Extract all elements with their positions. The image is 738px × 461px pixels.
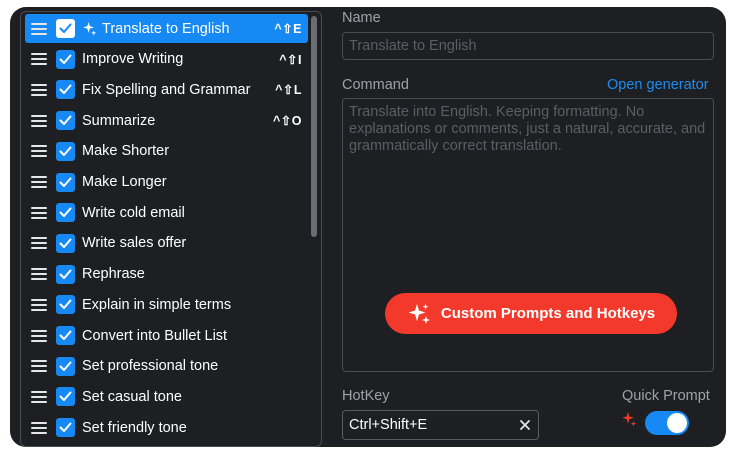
prompt-list-item[interactable]: Set friendly tone bbox=[25, 413, 308, 442]
hotkey-value: Ctrl+Shift+E bbox=[349, 417, 428, 433]
drag-handle-icon[interactable] bbox=[31, 360, 47, 373]
name-label: Name bbox=[342, 10, 381, 26]
prompt-label: Make Shorter bbox=[82, 143, 170, 160]
open-generator-link[interactable]: Open generator bbox=[607, 77, 709, 93]
sparkle-icon bbox=[83, 21, 97, 36]
custom-prompts-hotkeys-button[interactable]: Custom Prompts and Hotkeys bbox=[385, 293, 677, 334]
prompt-enabled-checkbox[interactable] bbox=[56, 111, 75, 131]
prompt-list-item[interactable]: Convert into Bullet List bbox=[25, 321, 308, 350]
drag-handle-icon[interactable] bbox=[31, 145, 47, 158]
checkmark-icon bbox=[59, 84, 72, 95]
prompt-label: Translate to English bbox=[102, 20, 230, 37]
prompt-hotkey: ^⇧E bbox=[274, 22, 302, 36]
command-label: Command bbox=[342, 77, 409, 93]
prompt-enabled-checkbox[interactable] bbox=[56, 264, 75, 284]
prompt-label: Explain in simple terms bbox=[82, 296, 232, 313]
quick-prompt-label: Quick Prompt bbox=[622, 388, 710, 404]
prompt-label: Write cold email bbox=[82, 204, 185, 221]
close-icon[interactable] bbox=[518, 418, 532, 432]
hotkey-label: HotKey bbox=[342, 388, 390, 404]
prompt-label: Make Longer bbox=[82, 174, 167, 190]
checkmark-icon bbox=[59, 299, 72, 310]
checkmark-icon bbox=[59, 177, 72, 187]
checkmark-icon bbox=[59, 23, 72, 33]
prompt-enabled-checkbox[interactable] bbox=[56, 80, 75, 100]
custom-prompts-hotkeys-label: Custom Prompts and Hotkeys bbox=[440, 305, 656, 322]
scrollbar[interactable] bbox=[311, 16, 317, 436]
drag-handle-icon[interactable] bbox=[31, 268, 47, 281]
checkmark-icon bbox=[59, 422, 72, 433]
prompt-label: Summarize bbox=[82, 112, 156, 129]
quick-prompt-toggle[interactable] bbox=[645, 411, 689, 435]
checkmark-icon bbox=[59, 207, 72, 218]
prompt-enabled-checkbox[interactable] bbox=[56, 233, 75, 253]
checkmark-icon bbox=[59, 238, 72, 248]
drag-handle-icon[interactable] bbox=[31, 329, 47, 342]
prompt-list-item[interactable]: Set professional tone bbox=[25, 352, 308, 381]
prompt-enabled-checkbox[interactable] bbox=[56, 172, 75, 192]
prompt-enabled-checkbox[interactable] bbox=[56, 295, 75, 315]
checkmark-icon bbox=[59, 54, 72, 64]
checkmark-icon bbox=[59, 115, 72, 126]
prompt-hotkey: ^⇧O bbox=[273, 114, 302, 129]
sparkle-icon bbox=[622, 412, 637, 427]
prompt-enabled-checkbox[interactable] bbox=[56, 326, 75, 345]
drag-handle-icon[interactable] bbox=[31, 390, 47, 403]
drag-handle-icon[interactable] bbox=[31, 206, 47, 219]
drag-handle-icon[interactable] bbox=[31, 83, 47, 96]
scrollbar-thumb[interactable] bbox=[311, 16, 317, 237]
prompt-label: Write sales offer bbox=[82, 235, 187, 252]
prompt-label: Set professional tone bbox=[82, 358, 219, 375]
prompt-list-item[interactable]: Set casual tone bbox=[25, 382, 308, 411]
prompt-label: Fix Spelling and Grammar bbox=[82, 81, 251, 98]
sparkle-icon bbox=[408, 303, 430, 324]
drag-handle-icon[interactable] bbox=[31, 114, 47, 127]
prompt-enabled-checkbox[interactable] bbox=[56, 356, 75, 376]
prompt-list-item[interactable]: Improve Writing ^⇧I bbox=[25, 45, 308, 74]
prompt-hotkey: ^⇧I bbox=[279, 52, 302, 67]
prompt-enabled-checkbox[interactable] bbox=[56, 49, 75, 69]
prompt-list-item[interactable]: Write cold email bbox=[25, 198, 308, 227]
checkmark-icon bbox=[59, 269, 72, 279]
prompt-list-item[interactable]: Make Shorter bbox=[25, 137, 308, 166]
checkmark-icon bbox=[59, 330, 72, 340]
prompt-label: Set casual tone bbox=[82, 388, 182, 405]
prompt-list-item[interactable]: Explain in simple terms bbox=[25, 290, 308, 319]
prompt-enabled-checkbox[interactable] bbox=[56, 387, 75, 407]
checkmark-icon bbox=[59, 146, 72, 156]
drag-handle-icon[interactable] bbox=[31, 176, 47, 188]
prompt-enabled-checkbox[interactable] bbox=[56, 141, 75, 161]
drag-handle-icon[interactable] bbox=[31, 53, 47, 66]
prompt-list-item[interactable]: Fix Spelling and Grammar ^⇧L bbox=[25, 75, 308, 104]
prompt-list: Translate to English ^⇧E Improve Writing ^⇧… bbox=[20, 11, 322, 447]
app-window: Translate to English ^⇧E Improve Writing ^⇧… bbox=[10, 7, 726, 447]
hotkey-field[interactable]: Ctrl+Shift+E bbox=[342, 410, 539, 440]
prompt-label: Rephrase bbox=[82, 266, 145, 283]
prompt-enabled-checkbox[interactable] bbox=[56, 418, 75, 438]
prompt-list-item[interactable]: Write sales offer bbox=[25, 229, 308, 258]
prompt-list-item[interactable]: Summarize ^⇧O bbox=[25, 106, 308, 135]
prompt-enabled-checkbox[interactable] bbox=[56, 203, 75, 223]
prompt-label: Improve Writing bbox=[82, 51, 184, 68]
prompt-enabled-checkbox[interactable] bbox=[56, 19, 75, 38]
prompt-list-item[interactable]: Translate to English ^⇧E bbox=[25, 14, 308, 43]
toggle-knob bbox=[667, 413, 687, 433]
drag-handle-icon[interactable] bbox=[31, 421, 47, 434]
drag-handle-icon[interactable] bbox=[31, 298, 47, 311]
prompt-hotkey: ^⇧L bbox=[275, 83, 302, 98]
prompt-list-item[interactable]: Rephrase bbox=[25, 260, 308, 289]
prompt-label: Set friendly tone bbox=[82, 419, 187, 436]
drag-handle-icon[interactable] bbox=[31, 237, 47, 250]
prompt-label: Convert into Bullet List bbox=[82, 327, 228, 344]
checkmark-icon bbox=[59, 361, 72, 371]
drag-handle-icon[interactable] bbox=[31, 22, 47, 35]
checkmark-icon bbox=[59, 391, 72, 402]
name-input[interactable] bbox=[342, 32, 714, 60]
prompt-list-item[interactable]: Make Longer bbox=[25, 168, 308, 197]
